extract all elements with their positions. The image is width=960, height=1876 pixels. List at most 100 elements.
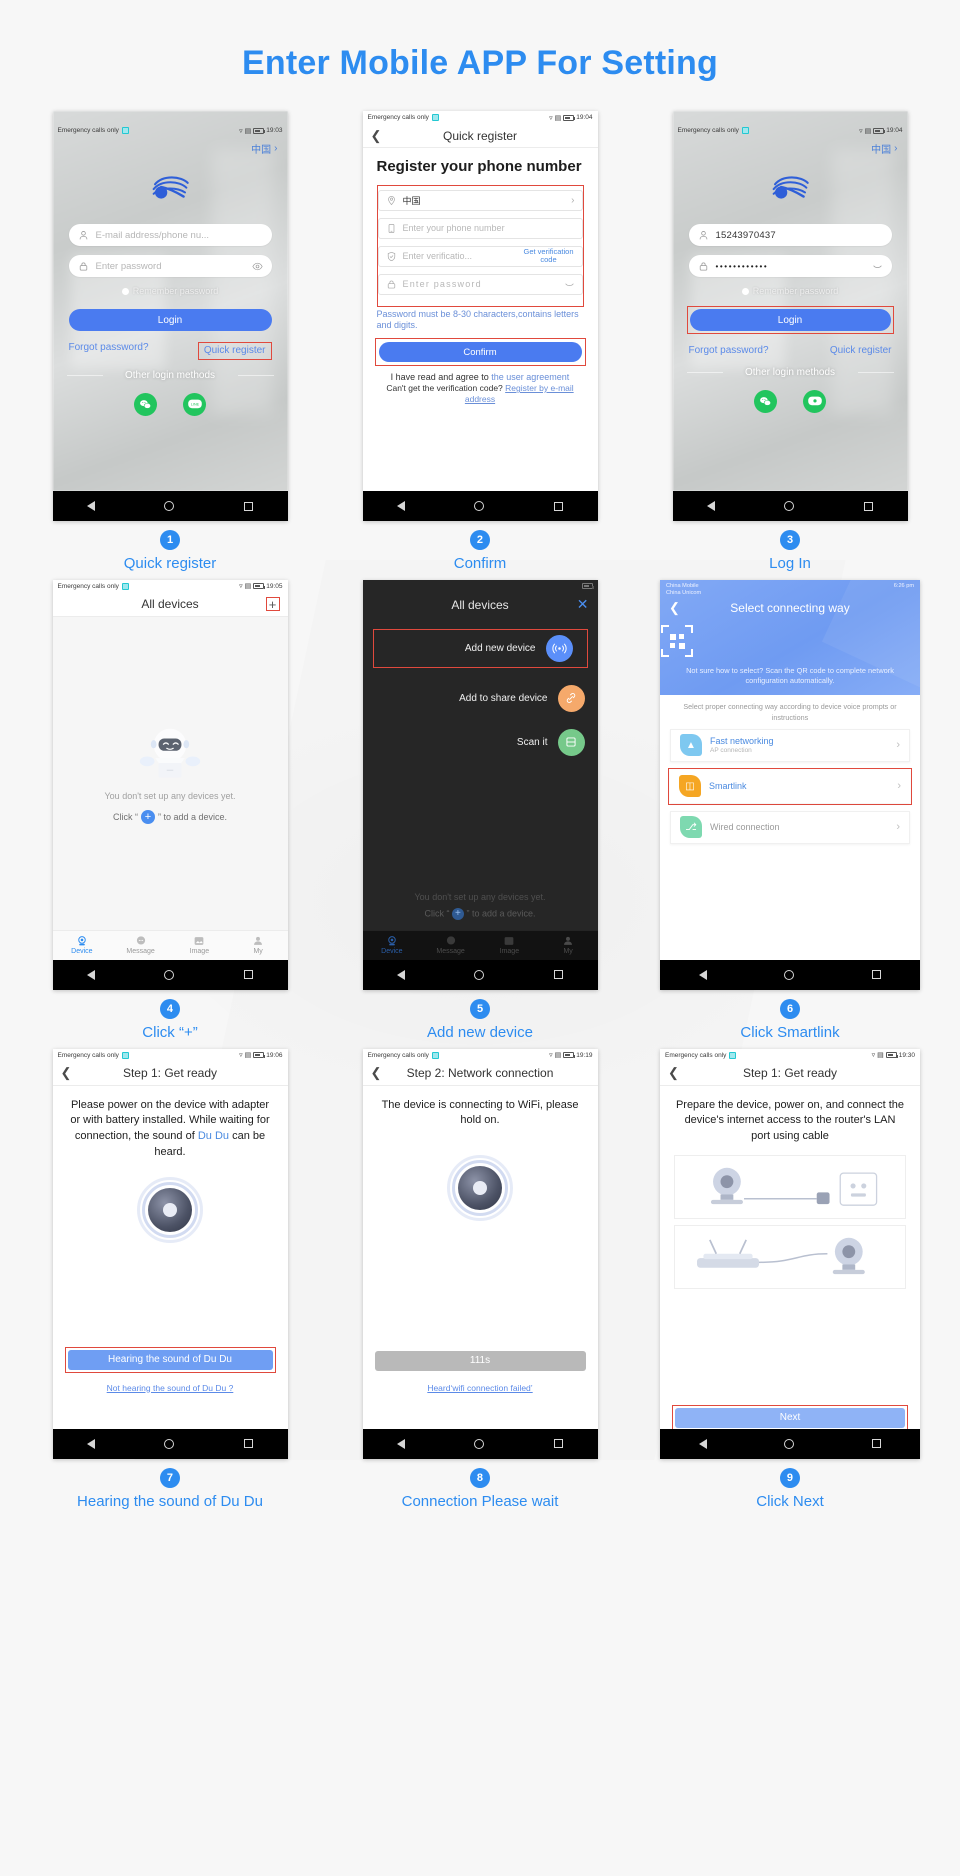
forgot-password-link[interactable]: Forgot password? <box>689 345 769 357</box>
empty-state-text: You don't set up any devices yet. <box>104 790 236 801</box>
hearing-sound-button[interactable]: Hearing the sound of Du Du <box>67 1349 273 1370</box>
wechat-login-icon[interactable] <box>754 389 777 413</box>
quick-register-link[interactable]: Quick register <box>197 342 272 360</box>
option-add-new-device[interactable]: Add new device <box>375 634 586 666</box>
eye-toggle-icon[interactable] <box>564 279 575 290</box>
nav-home-icon[interactable] <box>474 969 485 980</box>
location-pin-icon <box>387 195 395 205</box>
tab-device[interactable]: Device <box>53 931 112 960</box>
line-login-icon[interactable] <box>803 389 826 413</box>
nav-home-icon[interactable] <box>784 969 795 980</box>
quick-register-link[interactable]: Quick register <box>830 345 892 357</box>
email-field[interactable]: E-mail address/phone nu... <box>68 224 272 246</box>
nav-home-icon[interactable] <box>164 1438 175 1449</box>
nav-back-icon[interactable] <box>87 969 96 980</box>
confirm-button[interactable]: Confirm <box>378 342 582 363</box>
option-add-share-device[interactable]: Add to share device <box>363 684 598 712</box>
image-icon <box>505 937 514 946</box>
empty-device-state: You don't set up any devices yet. Click … <box>52 616 288 930</box>
back-arrow-icon[interactable]: ❮ <box>61 1065 72 1081</box>
back-arrow-icon[interactable]: ❮ <box>371 1065 382 1081</box>
code-placeholder: Enter verificatio... <box>402 251 473 262</box>
nav-recents-icon[interactable] <box>553 1439 563 1448</box>
nav-recents-icon[interactable] <box>243 1439 253 1448</box>
header-title: Step 1: Get ready <box>742 1066 838 1080</box>
register-password-field[interactable]: Enter password <box>377 273 583 295</box>
nav-recents-icon[interactable] <box>872 970 882 980</box>
nav-back-icon[interactable] <box>87 1438 96 1449</box>
eye-toggle-icon[interactable] <box>251 261 263 272</box>
way-wired-connection[interactable]: ⎇ Wired connection › <box>670 810 910 844</box>
password-field[interactable]: Enter password <box>68 255 272 277</box>
nav-home-icon[interactable] <box>784 501 795 511</box>
verification-code-field[interactable]: Enter verificatio... Get verification co… <box>377 245 583 267</box>
nav-recents-icon[interactable] <box>872 1439 882 1448</box>
nav-back-icon[interactable] <box>87 501 96 511</box>
tab-my[interactable]: My <box>229 931 288 960</box>
status-bar <box>363 580 598 593</box>
nav-back-icon[interactable] <box>397 969 406 980</box>
wechat-login-icon[interactable] <box>134 392 157 416</box>
way-fast-networking[interactable]: ▲ Fast networking AP connection › <box>670 728 910 762</box>
tab-message[interactable]: Message <box>111 931 170 960</box>
not-hearing-link[interactable]: Not hearing the sound of Du Du ? <box>53 1383 288 1393</box>
nav-home-icon[interactable] <box>164 501 175 511</box>
remember-password-row[interactable]: Remember password <box>673 286 908 296</box>
remember-radio[interactable] <box>121 287 129 295</box>
user-agreement-link[interactable]: the user agreement <box>491 372 569 382</box>
tab-my[interactable]: My <box>539 931 598 960</box>
nav-home-icon[interactable] <box>474 1438 485 1449</box>
carrier-label: Emergency calls only <box>57 127 119 134</box>
login-button[interactable]: Login <box>68 309 272 331</box>
eye-toggle-icon[interactable] <box>872 261 883 272</box>
nav-recents-icon[interactable] <box>553 970 563 980</box>
back-arrow-icon[interactable]: ❮ <box>669 600 680 616</box>
nav-recents-icon[interactable] <box>863 501 873 511</box>
line-login-icon[interactable]: LINE <box>183 392 206 416</box>
back-arrow-icon[interactable]: ❮ <box>371 128 382 144</box>
nav-home-icon[interactable] <box>784 1438 795 1449</box>
battery-icon <box>885 1052 898 1058</box>
nav-back-icon[interactable] <box>698 969 707 980</box>
nav-recents-icon[interactable] <box>553 501 563 511</box>
phone-screen-step2-network: Emergency calls only ▿ ▤ 19:19 ❮ Step 2:… <box>362 1048 598 1459</box>
plus-icon[interactable]: + <box>140 809 155 824</box>
email-field[interactable]: 15243970437 <box>688 224 892 246</box>
way-smartlink[interactable]: ◫ Smartlink › <box>670 769 910 803</box>
phone-icon <box>388 223 394 233</box>
option-scan-it[interactable]: Scan it <box>363 728 598 756</box>
nav-back-icon[interactable] <box>397 501 406 511</box>
login-button[interactable]: Login <box>689 309 891 331</box>
nav-home-icon[interactable] <box>474 501 485 511</box>
line-glyph <box>807 396 822 405</box>
tab-device[interactable]: Device <box>363 931 422 960</box>
add-device-button[interactable]: + <box>265 597 280 612</box>
nav-back-icon[interactable] <box>707 501 716 511</box>
remember-radio[interactable] <box>741 287 749 295</box>
header-title: Select connecting way <box>730 600 850 615</box>
qr-code-icon[interactable] <box>660 624 694 658</box>
tab-image[interactable]: Image <box>170 931 229 960</box>
nav-recents-icon[interactable] <box>243 501 253 511</box>
nav-home-icon[interactable] <box>164 969 175 980</box>
next-button[interactable]: Next <box>675 1407 905 1428</box>
country-selector[interactable]: 中国 › <box>53 137 288 156</box>
password-field[interactable]: •••••••••••• <box>688 255 892 277</box>
wifi-failed-link[interactable]: Heard‘wifi connection failed’ <box>363 1383 598 1393</box>
back-arrow-icon[interactable]: ❮ <box>668 1065 679 1081</box>
tab-message[interactable]: Message <box>421 931 480 960</box>
country-selector[interactable]: 中国 › <box>673 137 908 156</box>
phone-field[interactable]: Enter your phone number <box>377 217 583 239</box>
nav-recents-icon[interactable] <box>243 970 253 980</box>
forgot-password-link[interactable]: Forgot password? <box>69 342 149 360</box>
remember-password-row[interactable]: Remember password <box>53 286 288 296</box>
step-header: ❮ Step 1: Get ready <box>52 1061 288 1086</box>
country-field[interactable]: 中国 › <box>377 189 583 211</box>
tab-image[interactable]: Image <box>480 931 539 960</box>
close-icon[interactable]: ✕ <box>577 596 589 613</box>
get-verification-code-button[interactable]: Get verification code <box>523 247 575 265</box>
plug-icon: ⎇ <box>680 816 702 839</box>
nav-back-icon[interactable] <box>698 1438 707 1449</box>
connect-header: ❮ Select connecting way <box>660 597 920 619</box>
nav-back-icon[interactable] <box>397 1438 406 1449</box>
